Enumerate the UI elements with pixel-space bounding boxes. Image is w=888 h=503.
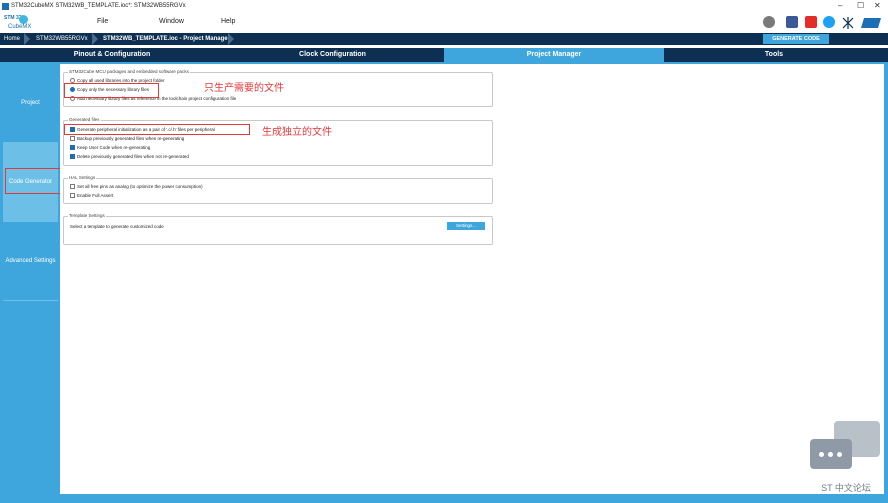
breadcrumb-home[interactable]: Home	[4, 36, 20, 42]
tab-tools[interactable]: Tools	[665, 48, 883, 62]
window-titlebar: STM32CubeMX STM32WB_TEMPLATE.ioc*: STM32…	[0, 0, 888, 13]
close-button[interactable]: ✕	[874, 1, 881, 10]
breadcrumb-separator	[24, 33, 30, 45]
menu-file[interactable]: File	[97, 18, 108, 25]
breadcrumb: Home STM32WB55RGVx STM32WB_TEMPLATE.ioc …	[0, 33, 888, 45]
option-delete-previous-files[interactable]: Delete previously generated files when n…	[70, 154, 189, 160]
menu-window[interactable]: Window	[159, 18, 184, 25]
tab-clock-configuration[interactable]: Clock Configuration	[222, 48, 443, 62]
st-forum-watermark: ST 中文论坛	[810, 421, 882, 499]
twitter-icon[interactable]	[823, 16, 835, 28]
annotation-copy-necessary: 只生产需要的文件	[204, 83, 284, 94]
logo-cube-icon	[19, 15, 28, 24]
highlight-box	[5, 168, 61, 194]
template-settings-button[interactable]: Settings...	[447, 222, 485, 230]
window-title: STM32CubeMX STM32WB_TEMPLATE.ioc*: STM32…	[11, 3, 186, 9]
highlight-box	[64, 83, 159, 98]
sidebar: Project Code Generator Advanced Settings	[3, 64, 61, 496]
hal-settings-fieldset: HAL Settings Set all free pins as analog…	[63, 175, 493, 204]
template-settings-fieldset: Template Settings Select a template to g…	[63, 213, 493, 245]
facebook-icon[interactable]	[786, 16, 798, 28]
st-logo-icon[interactable]	[860, 16, 882, 28]
highlight-box	[64, 124, 250, 135]
menu-bar: STM 32 CubeMX File Window Help	[0, 13, 888, 33]
breadcrumb-separator	[228, 33, 234, 45]
app-icon	[2, 3, 9, 10]
breadcrumb-separator	[92, 33, 98, 45]
sidebar-item-project[interactable]: Project	[3, 64, 58, 143]
code-generator-panel: STM32Cube MCU packages and embedded soft…	[60, 64, 884, 494]
breadcrumb-mcu[interactable]: STM32WB55RGVx	[36, 36, 88, 42]
breadcrumb-current[interactable]: STM32WB_TEMPLATE.ioc - Project Manager	[103, 36, 230, 42]
option-enable-full-assert[interactable]: Enable Full Assert	[70, 193, 113, 199]
option-backup-generated-files[interactable]: Backup previously generated files when r…	[70, 136, 184, 142]
network-icon[interactable]	[842, 16, 854, 29]
anniversary-icon[interactable]	[763, 16, 775, 28]
template-description: Select a template to generate customized…	[70, 224, 164, 229]
annotation-separate-files: 生成独立的文件	[262, 127, 332, 138]
main-tabs: Pinout & Configuration Clock Configurati…	[0, 48, 888, 62]
hal-settings-legend: HAL Settings	[68, 175, 97, 180]
stm32cubemx-logo: STM 32 CubeMX	[4, 15, 32, 30]
generated-files-legend: Generated files	[68, 117, 101, 122]
template-settings-legend: Template Settings	[68, 213, 106, 218]
checkbox-checked[interactable]	[70, 145, 75, 151]
menu-help[interactable]: Help	[221, 18, 235, 25]
tab-pinout-configuration[interactable]: Pinout & Configuration	[3, 48, 221, 62]
packages-legend: STM32Cube MCU packages and embedded soft…	[68, 69, 190, 74]
maximize-button[interactable]: ☐	[857, 1, 864, 10]
generate-code-button[interactable]: GENERATE CODE	[763, 34, 829, 44]
option-free-pins-analog[interactable]: Set all free pins as analog (to optimize…	[70, 184, 203, 190]
tab-project-manager[interactable]: Project Manager	[444, 48, 664, 62]
sidebar-item-advanced-settings[interactable]: Advanced Settings	[3, 222, 58, 301]
youtube-icon[interactable]	[805, 16, 817, 28]
checkbox-checked[interactable]	[70, 154, 75, 160]
option-keep-user-code[interactable]: Keep User Code when re-generating	[70, 145, 150, 151]
checkbox[interactable]	[70, 184, 75, 190]
checkbox[interactable]	[70, 193, 75, 199]
checkbox[interactable]	[70, 136, 75, 142]
minimize-button[interactable]: –	[838, 1, 842, 10]
watermark-text: ST 中文论坛	[821, 483, 871, 493]
